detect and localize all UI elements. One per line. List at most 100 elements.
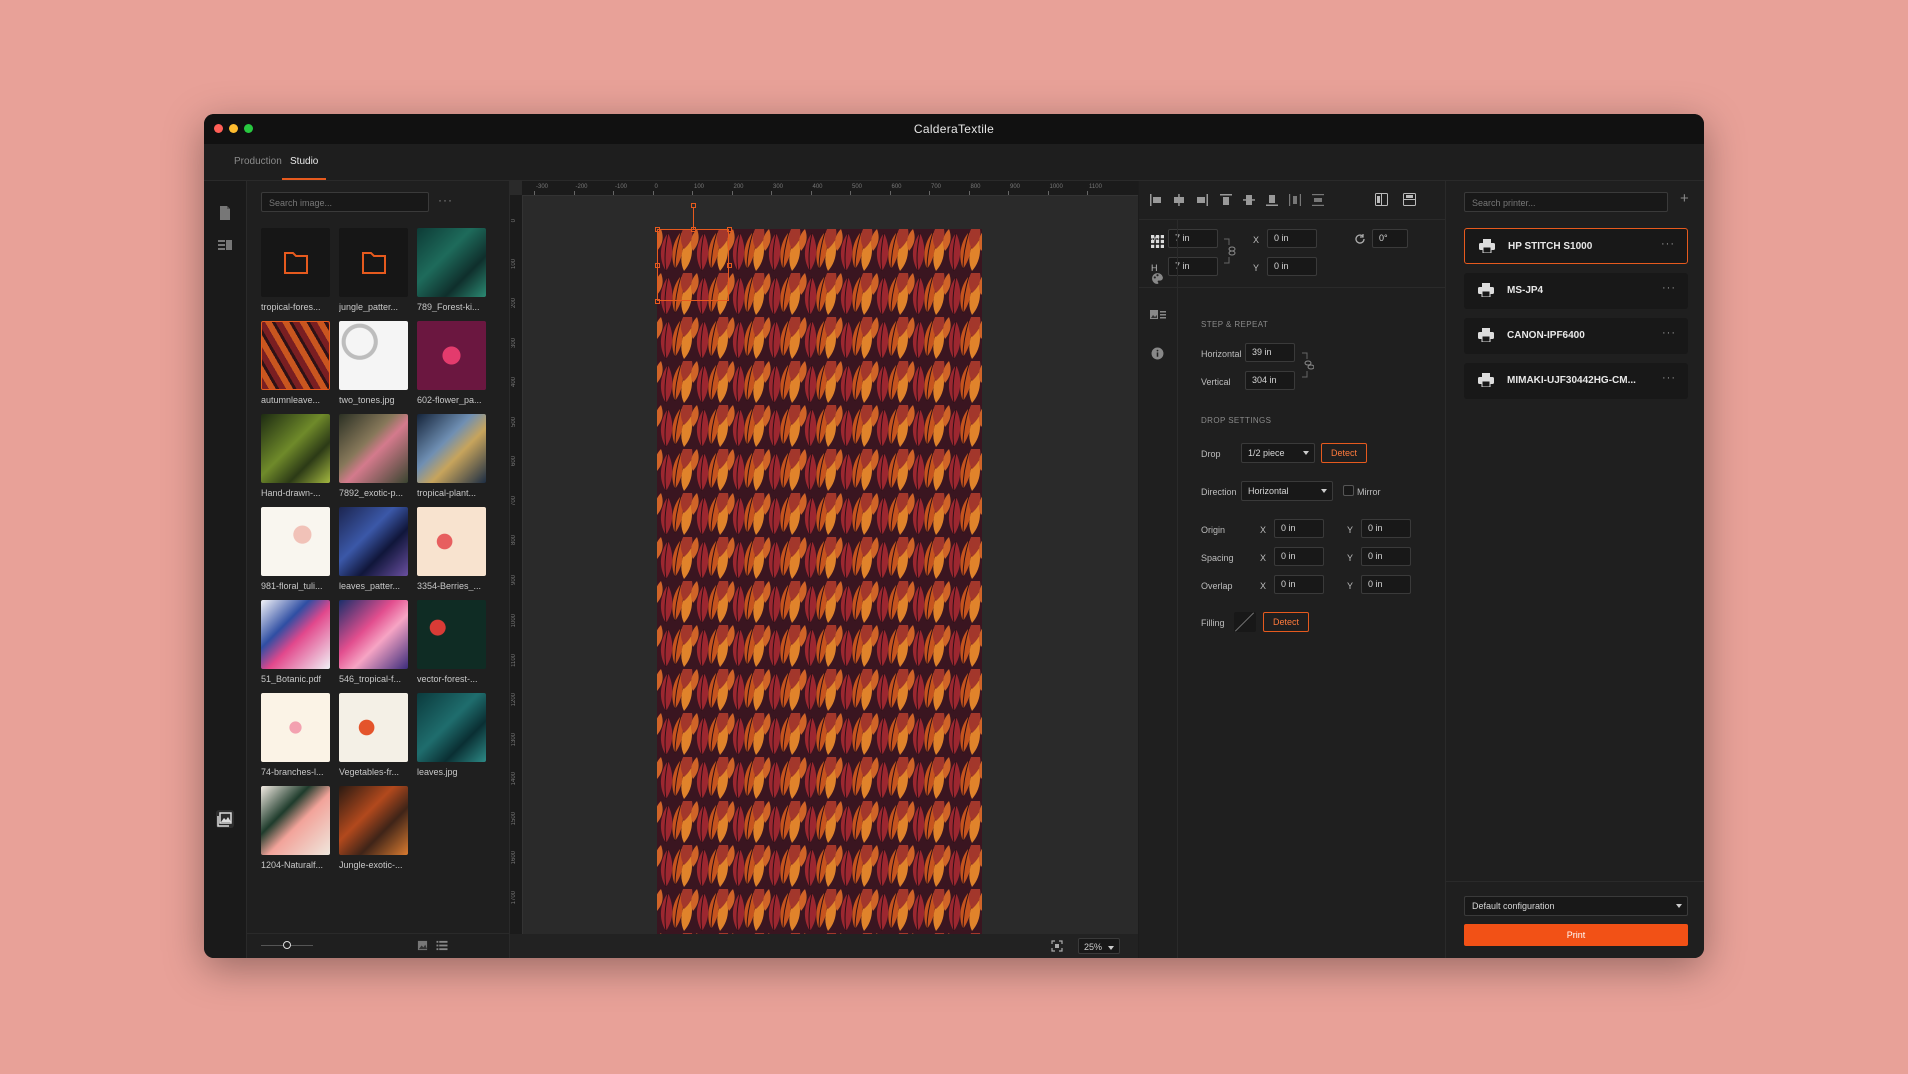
image-library-icon[interactable] [215, 809, 235, 829]
library-item[interactable]: 1204-Naturalf... [261, 786, 330, 870]
link-proportions-icon[interactable] [1222, 238, 1236, 264]
align-bottom-icon[interactable] [1266, 194, 1278, 206]
x-position-field[interactable]: 0 in [1267, 229, 1317, 248]
vertical-repeat-field[interactable]: 304 in [1245, 371, 1295, 390]
thumbnail-image [417, 600, 486, 669]
direction-label: Direction [1201, 487, 1237, 497]
horizontal-repeat-field[interactable]: 39 in [1245, 343, 1295, 362]
y-position-field[interactable]: 0 in [1267, 257, 1317, 276]
library-item[interactable]: tropical-plant... [417, 414, 486, 498]
library-item[interactable]: two_tones.jpg [339, 321, 408, 405]
grid-view-icon[interactable] [417, 940, 428, 951]
zoom-select[interactable]: 25% [1078, 938, 1120, 954]
minimize-window-button[interactable] [229, 124, 238, 133]
library-item[interactable]: tropical-fores... [261, 228, 330, 312]
flip-vertical-icon[interactable] [1403, 193, 1416, 206]
resize-handle[interactable] [655, 227, 660, 232]
selected-tile-frame[interactable] [657, 229, 729, 301]
origin-x-field[interactable]: 0 in [1274, 519, 1324, 538]
layers-list-icon[interactable] [217, 237, 233, 253]
close-window-button[interactable] [214, 124, 223, 133]
printer-more-icon[interactable]: ··· [1662, 327, 1676, 339]
maximize-window-button[interactable] [244, 124, 253, 133]
library-item[interactable]: 74-branches-l... [261, 693, 330, 777]
rotation-field[interactable]: 0° [1372, 229, 1408, 248]
add-printer-button[interactable]: + [1680, 190, 1689, 207]
ruler-tick [1008, 191, 1009, 195]
library-item[interactable]: autumnleave... [261, 321, 330, 405]
library-item[interactable]: 981-floral_tuli... [261, 507, 330, 591]
align-right-icon[interactable] [1196, 194, 1208, 206]
library-item[interactable]: 602-flower_pa... [417, 321, 486, 405]
drop-select[interactable]: 1/2 piece [1241, 443, 1315, 463]
align-left-icon[interactable] [1150, 194, 1162, 206]
document-icon[interactable] [217, 205, 233, 221]
align-middle-icon[interactable] [1243, 194, 1255, 206]
resize-handle[interactable] [655, 299, 660, 304]
image-details-icon[interactable] [1150, 309, 1166, 321]
printer-more-icon[interactable]: ··· [1662, 282, 1676, 294]
library-item[interactable]: 3354-Berries_... [417, 507, 486, 591]
printer-more-icon[interactable]: ··· [1661, 238, 1675, 250]
ruler-tick-label: 200 [733, 184, 744, 190]
palette-icon[interactable] [1151, 272, 1164, 285]
spacing-x-field[interactable]: 0 in [1274, 547, 1324, 566]
overlap-y-field[interactable]: 0 in [1361, 575, 1411, 594]
ruler-tick-label: 500 [852, 184, 863, 190]
resize-handle[interactable] [727, 263, 732, 268]
rotation-handle[interactable] [691, 203, 696, 208]
library-item[interactable]: 546_tropical-f... [339, 600, 408, 684]
origin-y-field[interactable]: 0 in [1361, 519, 1411, 538]
resize-handle[interactable] [727, 227, 732, 232]
library-item[interactable]: leaves.jpg [417, 693, 486, 777]
printer-more-icon[interactable]: ··· [1662, 372, 1676, 384]
tiled-artwork[interactable] [657, 229, 982, 934]
library-item[interactable]: leaves_patter... [339, 507, 408, 591]
align-top-icon[interactable] [1220, 194, 1232, 206]
step-repeat-grid-icon[interactable] [1151, 235, 1164, 248]
resize-handle[interactable] [655, 263, 660, 268]
library-item[interactable]: 7892_exotic-p... [339, 414, 408, 498]
ruler-tick-label: 1600 [511, 851, 517, 865]
mirror-checkbox[interactable] [1343, 485, 1354, 496]
direction-select[interactable]: Horizontal [1241, 481, 1333, 501]
printer-card[interactable]: MS-JP4 ··· [1464, 273, 1688, 309]
distribute-horizontal-icon[interactable] [1289, 194, 1301, 206]
align-center-horizontal-icon[interactable] [1173, 194, 1185, 206]
library-item[interactable]: jungle_patter... [339, 228, 408, 312]
library-item[interactable]: Jungle-exotic-... [339, 786, 408, 870]
filling-color-swatch[interactable] [1234, 612, 1256, 632]
detect-drop-button[interactable]: Detect [1321, 443, 1367, 463]
tab-studio[interactable]: Studio [282, 152, 327, 180]
slider-handle[interactable] [283, 941, 291, 949]
detect-filling-button[interactable]: Detect [1263, 612, 1309, 632]
printer-search-input[interactable]: Search printer... [1464, 192, 1668, 212]
library-item[interactable]: Hand-drawn-... [261, 414, 330, 498]
distribute-vertical-icon[interactable] [1312, 194, 1324, 206]
ruler-tick [573, 191, 575, 195]
list-view-icon[interactable] [436, 940, 448, 951]
library-more-icon[interactable]: ··· [438, 193, 453, 207]
canvas-area[interactable]: -300 -200 -100 0 100 200 300 400 500 600 700 800 900… [510, 181, 1138, 958]
rotate-icon[interactable] [1354, 233, 1366, 245]
image-search-input[interactable]: Search image... [261, 192, 429, 212]
thumbnail-image [261, 414, 330, 483]
printer-card[interactable]: CANON-IPF6400 ··· [1464, 318, 1688, 354]
library-item[interactable]: vector-forest-... [417, 600, 486, 684]
flip-horizontal-icon[interactable] [1375, 193, 1388, 206]
tab-production[interactable]: Production [226, 152, 290, 178]
print-button[interactable]: Print [1464, 924, 1688, 946]
library-item[interactable]: Vegetables-fr... [339, 693, 408, 777]
spacing-y-field[interactable]: 0 in [1361, 547, 1411, 566]
printer-card[interactable]: HP STITCH S1000 ··· [1464, 228, 1688, 264]
library-item[interactable]: 789_Forest-ki... [417, 228, 486, 312]
library-item[interactable]: 51_Botanic.pdf [261, 600, 330, 684]
printer-card[interactable]: MIMAKI-UJF30442HG-CM... ··· [1464, 363, 1688, 399]
info-icon[interactable] [1151, 347, 1164, 360]
thumbnail-image [417, 228, 486, 297]
configuration-select[interactable]: Default configuration [1464, 896, 1688, 916]
ruler-tick-label: 500 [511, 416, 517, 427]
overlap-x-field[interactable]: 0 in [1274, 575, 1324, 594]
unlink-icon[interactable] [1300, 352, 1314, 378]
fit-screen-icon[interactable] [1051, 940, 1063, 952]
